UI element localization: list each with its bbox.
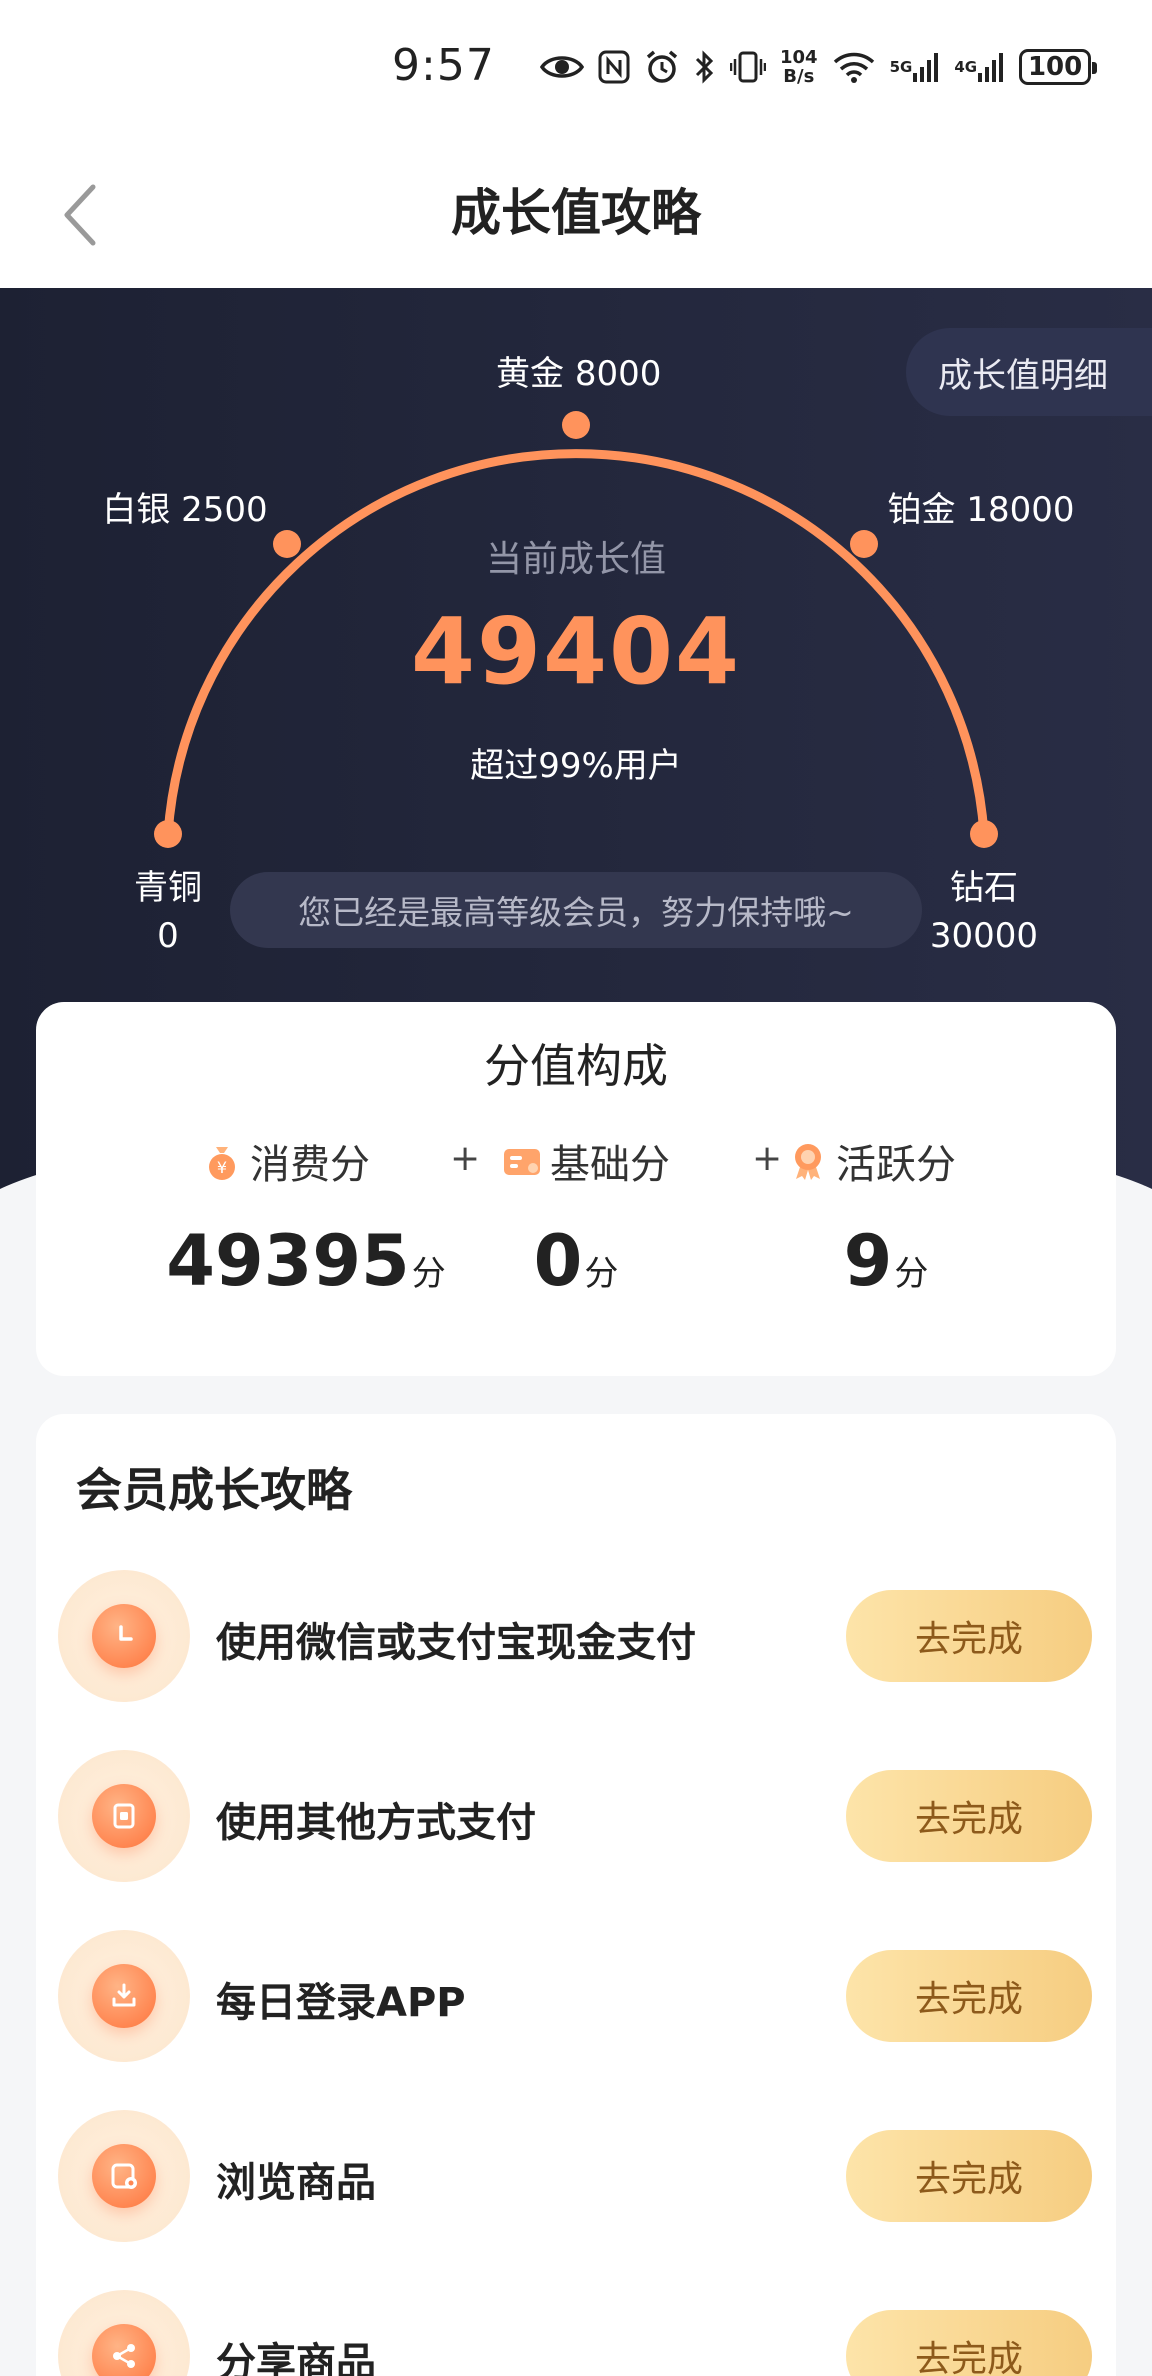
network-type-2: 4G (954, 57, 978, 76)
money-bag-icon: ¥ (202, 1141, 242, 1181)
task-label: 使用微信或支付宝现金支付 (216, 1620, 696, 1666)
task-label: 使用其他方式支付 (216, 1800, 536, 1846)
tier-silver-name: 白银 (102, 490, 171, 530)
score-unit-basic: 分 (584, 1254, 619, 1294)
battery-icon: 100 (1019, 49, 1098, 85)
task-row: 使用其他方式支付 去完成 (36, 1746, 1116, 1886)
score-value-consumption: 49395分 (166, 1220, 446, 1302)
score-label-activity: 活跃分 (836, 1142, 956, 1188)
gauge-dot-bronze (154, 820, 182, 848)
wallet-icon (92, 1784, 156, 1848)
award-icon (788, 1141, 828, 1181)
score-composition-card: 分值构成 ¥ 消费分 + 基础分 + 活跃分 49395分 0分 9分 (36, 1002, 1116, 1376)
tier-diamond-threshold: 30000 (929, 916, 1039, 956)
task-icon-wrap (58, 1750, 190, 1882)
tier-label-diamond: 钻石 30000 (914, 864, 1054, 960)
download-icon (92, 1964, 156, 2028)
tier-platinum-threshold: 18000 (966, 490, 1075, 530)
plus-sign-2: + (752, 1138, 783, 1179)
network-speed-unit: B/s (783, 66, 815, 87)
tier-gold-name: 黄金 (496, 354, 564, 394)
gauge-dot-diamond (970, 820, 998, 848)
nfc-icon (598, 50, 630, 84)
task-icon-wrap (58, 2290, 190, 2376)
score-unit-consumption: 分 (411, 1254, 446, 1294)
tasks-title: 会员成长攻略 (76, 1463, 352, 1517)
growth-tasks-card: 会员成长攻略 使用微信或支付宝现金支付 去完成 使用其他方式支付 去完成 每日登… (36, 1414, 1116, 2376)
level-notice: 您已经是最高等级会员，努力保持哦~ (230, 872, 922, 948)
title-bar: 成长值攻略 (0, 135, 1152, 288)
score-label-consumption: 消费分 (250, 1142, 370, 1188)
task-complete-button[interactable]: 去完成 (846, 1590, 1092, 1682)
score-items: ¥ 消费分 + 基础分 + 活跃分 (36, 1132, 1116, 1192)
tier-label-silver: 白银 2500 (100, 486, 270, 534)
share-icon (92, 2324, 156, 2376)
signal-4g-icon: 4G (954, 51, 1005, 83)
tier-bronze-name: 青铜 (134, 868, 202, 908)
task-icon-wrap (58, 1930, 190, 2062)
task-row: 每日登录APP 去完成 (36, 1926, 1116, 2066)
tier-platinum-name: 铂金 (887, 490, 956, 530)
task-row: 分享商品 去完成 (36, 2286, 1116, 2376)
score-number-activity: 9 (843, 1220, 893, 1302)
tier-label-platinum: 铂金 18000 (886, 486, 1076, 534)
score-item-activity: 活跃分 (788, 1132, 956, 1190)
rank-percentile: 超过99%用户 (470, 746, 682, 786)
tier-silver-threshold: 2500 (181, 490, 268, 530)
score-number-consumption: 49395 (166, 1220, 410, 1302)
task-complete-button[interactable]: 去完成 (846, 2130, 1092, 2222)
current-growth-value: 49404 (410, 598, 742, 705)
task-complete-button[interactable]: 去完成 (846, 1770, 1092, 1862)
task-complete-button[interactable]: 去完成 (846, 2310, 1092, 2376)
task-row: 使用微信或支付宝现金支付 去完成 (36, 1566, 1116, 1706)
tier-diamond-name: 钻石 (950, 868, 1018, 908)
task-complete-button[interactable]: 去完成 (846, 1950, 1092, 2042)
status-time: 9:57 (392, 40, 495, 91)
current-growth-label: 当前成长值 (485, 539, 666, 580)
gauge-dot-gold (562, 411, 590, 439)
score-number-basic: 0 (533, 1220, 583, 1302)
tier-bronze-threshold: 0 (157, 916, 179, 956)
svg-text:¥: ¥ (217, 1158, 227, 1177)
network-type-1: 5G (889, 57, 913, 76)
card-icon (502, 1141, 542, 1181)
score-value-activity: 9分 (806, 1220, 966, 1302)
score-unit-activity: 分 (894, 1254, 929, 1294)
task-icon-wrap (58, 2110, 190, 2242)
clock-icon (92, 1604, 156, 1668)
page-title: 成长值攻略 (451, 184, 701, 242)
score-card-title: 分值构成 (484, 1039, 668, 1093)
alarm-icon (644, 49, 680, 85)
status-bar: 9:57 104 B/s 5G 4G 100 (0, 0, 1152, 135)
score-item-basic: 基础分 (502, 1132, 670, 1190)
browse-icon (92, 2144, 156, 2208)
wifi-icon (832, 50, 876, 84)
tier-gold-threshold: 8000 (574, 354, 662, 394)
score-item-consumption: ¥ 消费分 (202, 1132, 370, 1190)
battery-level: 100 (1027, 52, 1083, 82)
score-label-basic: 基础分 (550, 1142, 670, 1188)
bluetooth-icon (694, 49, 716, 85)
task-row: 浏览商品 去完成 (36, 2106, 1116, 2246)
task-icon-wrap (58, 1570, 190, 1702)
task-label: 分享商品 (216, 2340, 376, 2376)
vibrate-icon (730, 50, 766, 84)
score-value-basic: 0分 (496, 1220, 656, 1302)
plus-sign-1: + (450, 1138, 481, 1179)
network-speed-value: 104 (780, 47, 818, 68)
task-label: 浏览商品 (216, 2160, 376, 2206)
network-speed: 104 B/s (780, 48, 818, 86)
task-label: 每日登录APP (216, 1980, 466, 2026)
tier-label-bronze: 青铜 0 (118, 864, 218, 960)
tier-label-gold: 黄金 8000 (496, 350, 661, 398)
eye-icon (540, 51, 584, 83)
signal-5g-icon: 5G (890, 51, 941, 83)
status-icons: 104 B/s 5G 4G 100 (540, 42, 1098, 92)
